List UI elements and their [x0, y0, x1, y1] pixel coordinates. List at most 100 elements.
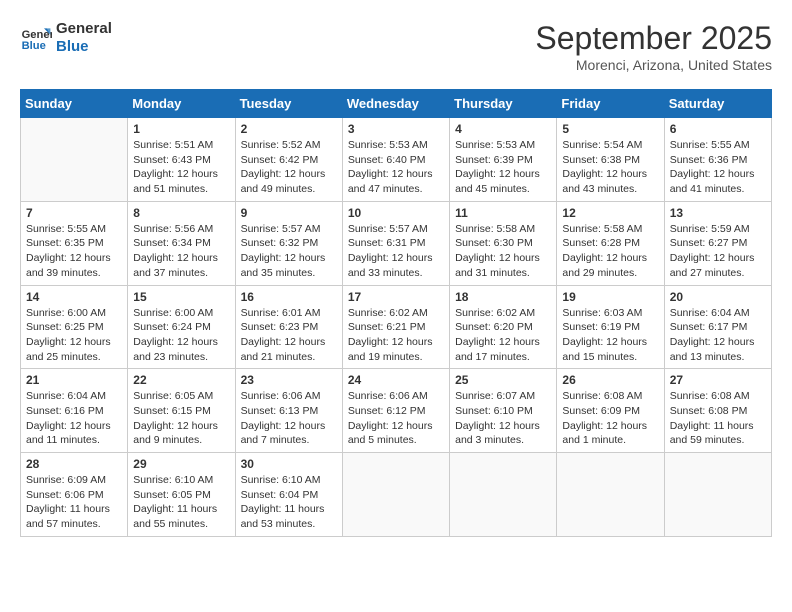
calendar-cell [557, 453, 664, 537]
calendar-cell: 7 Sunrise: 5:55 AM Sunset: 6:35 PM Daylig… [21, 201, 128, 285]
week-row-2: 7 Sunrise: 5:55 AM Sunset: 6:35 PM Daylig… [21, 201, 772, 285]
calendar-cell: 30 Sunrise: 6:10 AM Sunset: 6:04 PM Dayli… [235, 453, 342, 537]
day-number: 30 [241, 457, 337, 471]
title-block: September 2025 Morenci, Arizona, United … [535, 20, 772, 73]
day-info: Sunrise: 6:09 AM Sunset: 6:06 PM Dayligh… [26, 473, 122, 532]
day-header-thursday: Thursday [450, 90, 557, 118]
calendar-cell: 23 Sunrise: 6:06 AM Sunset: 6:13 PM Dayli… [235, 369, 342, 453]
calendar-cell [342, 453, 449, 537]
svg-text:Blue: Blue [22, 40, 46, 52]
calendar-cell: 9 Sunrise: 5:57 AM Sunset: 6:32 PM Daylig… [235, 201, 342, 285]
day-info: Sunrise: 5:53 AM Sunset: 6:40 PM Dayligh… [348, 138, 444, 197]
location: Morenci, Arizona, United States [535, 57, 772, 73]
calendar-cell: 17Sunrise: 6:02 AM Sunset: 6:21 PM Dayli… [342, 285, 449, 369]
day-number: 11 [455, 206, 551, 220]
day-info: Sunrise: 6:05 AM Sunset: 6:15 PM Dayligh… [133, 389, 229, 448]
day-info: Sunrise: 6:10 AM Sunset: 6:05 PM Dayligh… [133, 473, 229, 532]
calendar-cell: 29Sunrise: 6:10 AM Sunset: 6:05 PM Dayli… [128, 453, 235, 537]
week-row-1: 1 Sunrise: 5:51 AM Sunset: 6:43 PM Daylig… [21, 118, 772, 202]
day-number: 16 [241, 290, 337, 304]
calendar-table: SundayMondayTuesdayWednesdayThursdayFrid… [20, 89, 772, 537]
calendar-cell: 24Sunrise: 6:06 AM Sunset: 6:12 PM Dayli… [342, 369, 449, 453]
day-info: Sunrise: 6:04 AM Sunset: 6:17 PM Dayligh… [670, 306, 766, 365]
day-info: Sunrise: 6:06 AM Sunset: 6:13 PM Dayligh… [241, 389, 337, 448]
month-title: September 2025 [535, 20, 772, 57]
day-number: 12 [562, 206, 658, 220]
day-header-friday: Friday [557, 90, 664, 118]
calendar-cell: 25 Sunrise: 6:07 AM Sunset: 6:10 PM Dayli… [450, 369, 557, 453]
day-info: Sunrise: 6:03 AM Sunset: 6:19 PM Dayligh… [562, 306, 658, 365]
logo-text-blue: Blue [56, 38, 112, 56]
day-info: Sunrise: 6:07 AM Sunset: 6:10 PM Dayligh… [455, 389, 551, 448]
day-number: 15 [133, 290, 229, 304]
day-header-tuesday: Tuesday [235, 90, 342, 118]
day-info: Sunrise: 6:04 AM Sunset: 6:16 PM Dayligh… [26, 389, 122, 448]
calendar-cell [450, 453, 557, 537]
day-number: 4 [455, 122, 551, 136]
calendar-cell: 15 Sunrise: 6:00 AM Sunset: 6:24 PM Dayli… [128, 285, 235, 369]
day-header-saturday: Saturday [664, 90, 771, 118]
day-info: Sunrise: 6:01 AM Sunset: 6:23 PM Dayligh… [241, 306, 337, 365]
calendar-cell: 12 Sunrise: 5:58 AM Sunset: 6:28 PM Dayli… [557, 201, 664, 285]
day-info: Sunrise: 6:10 AM Sunset: 6:04 PM Dayligh… [241, 473, 337, 532]
day-number: 24 [348, 373, 444, 387]
day-number: 23 [241, 373, 337, 387]
day-number: 18 [455, 290, 551, 304]
calendar-cell: 16 Sunrise: 6:01 AM Sunset: 6:23 PM Dayli… [235, 285, 342, 369]
day-info: Sunrise: 6:08 AM Sunset: 6:09 PM Dayligh… [562, 389, 658, 448]
day-header-monday: Monday [128, 90, 235, 118]
day-info: Sunrise: 5:57 AM Sunset: 6:31 PM Dayligh… [348, 222, 444, 281]
calendar-cell [664, 453, 771, 537]
day-number: 8 [133, 206, 229, 220]
day-number: 26 [562, 373, 658, 387]
day-info: Sunrise: 5:59 AM Sunset: 6:27 PM Dayligh… [670, 222, 766, 281]
calendar-cell [21, 118, 128, 202]
calendar-cell: 14Sunrise: 6:00 AM Sunset: 6:25 PM Dayli… [21, 285, 128, 369]
day-number: 17 [348, 290, 444, 304]
day-number: 25 [455, 373, 551, 387]
logo: General Blue General Blue [20, 20, 112, 56]
day-number: 14 [26, 290, 122, 304]
day-info: Sunrise: 6:08 AM Sunset: 6:08 PM Dayligh… [670, 389, 766, 448]
calendar-cell: 20Sunrise: 6:04 AM Sunset: 6:17 PM Dayli… [664, 285, 771, 369]
calendar-cell: 5 Sunrise: 5:54 AM Sunset: 6:38 PM Daylig… [557, 118, 664, 202]
calendar-cell: 27Sunrise: 6:08 AM Sunset: 6:08 PM Dayli… [664, 369, 771, 453]
day-number: 5 [562, 122, 658, 136]
day-number: 19 [562, 290, 658, 304]
calendar-cell: 1 Sunrise: 5:51 AM Sunset: 6:43 PM Daylig… [128, 118, 235, 202]
day-number: 3 [348, 122, 444, 136]
day-number: 1 [133, 122, 229, 136]
calendar-cell: 19 Sunrise: 6:03 AM Sunset: 6:19 PM Dayli… [557, 285, 664, 369]
day-number: 21 [26, 373, 122, 387]
day-info: Sunrise: 6:02 AM Sunset: 6:20 PM Dayligh… [455, 306, 551, 365]
day-header-wednesday: Wednesday [342, 90, 449, 118]
day-info: Sunrise: 5:51 AM Sunset: 6:43 PM Dayligh… [133, 138, 229, 197]
calendar-cell: 10Sunrise: 5:57 AM Sunset: 6:31 PM Dayli… [342, 201, 449, 285]
calendar-cell: 28 Sunrise: 6:09 AM Sunset: 6:06 PM Dayli… [21, 453, 128, 537]
day-info: Sunrise: 5:58 AM Sunset: 6:28 PM Dayligh… [562, 222, 658, 281]
day-info: Sunrise: 5:58 AM Sunset: 6:30 PM Dayligh… [455, 222, 551, 281]
calendar-cell: 11 Sunrise: 5:58 AM Sunset: 6:30 PM Dayli… [450, 201, 557, 285]
calendar-cell: 6 Sunrise: 5:55 AM Sunset: 6:36 PM Daylig… [664, 118, 771, 202]
day-info: Sunrise: 5:56 AM Sunset: 6:34 PM Dayligh… [133, 222, 229, 281]
day-number: 22 [133, 373, 229, 387]
calendar-cell: 22 Sunrise: 6:05 AM Sunset: 6:15 PM Dayli… [128, 369, 235, 453]
day-number: 2 [241, 122, 337, 136]
day-info: Sunrise: 5:52 AM Sunset: 6:42 PM Dayligh… [241, 138, 337, 197]
day-number: 6 [670, 122, 766, 136]
day-info: Sunrise: 5:57 AM Sunset: 6:32 PM Dayligh… [241, 222, 337, 281]
day-number: 28 [26, 457, 122, 471]
week-row-3: 14Sunrise: 6:00 AM Sunset: 6:25 PM Dayli… [21, 285, 772, 369]
day-number: 7 [26, 206, 122, 220]
calendar-cell: 4Sunrise: 5:53 AM Sunset: 6:39 PM Daylig… [450, 118, 557, 202]
day-info: Sunrise: 5:54 AM Sunset: 6:38 PM Dayligh… [562, 138, 658, 197]
logo-text-general: General [56, 20, 112, 38]
day-info: Sunrise: 5:55 AM Sunset: 6:35 PM Dayligh… [26, 222, 122, 281]
day-info: Sunrise: 5:55 AM Sunset: 6:36 PM Dayligh… [670, 138, 766, 197]
day-number: 9 [241, 206, 337, 220]
page-header: General Blue General Blue September 2025… [20, 20, 772, 73]
week-row-4: 21 Sunrise: 6:04 AM Sunset: 6:16 PM Dayli… [21, 369, 772, 453]
day-info: Sunrise: 6:00 AM Sunset: 6:24 PM Dayligh… [133, 306, 229, 365]
calendar-cell: 21 Sunrise: 6:04 AM Sunset: 6:16 PM Dayli… [21, 369, 128, 453]
day-header-sunday: Sunday [21, 90, 128, 118]
